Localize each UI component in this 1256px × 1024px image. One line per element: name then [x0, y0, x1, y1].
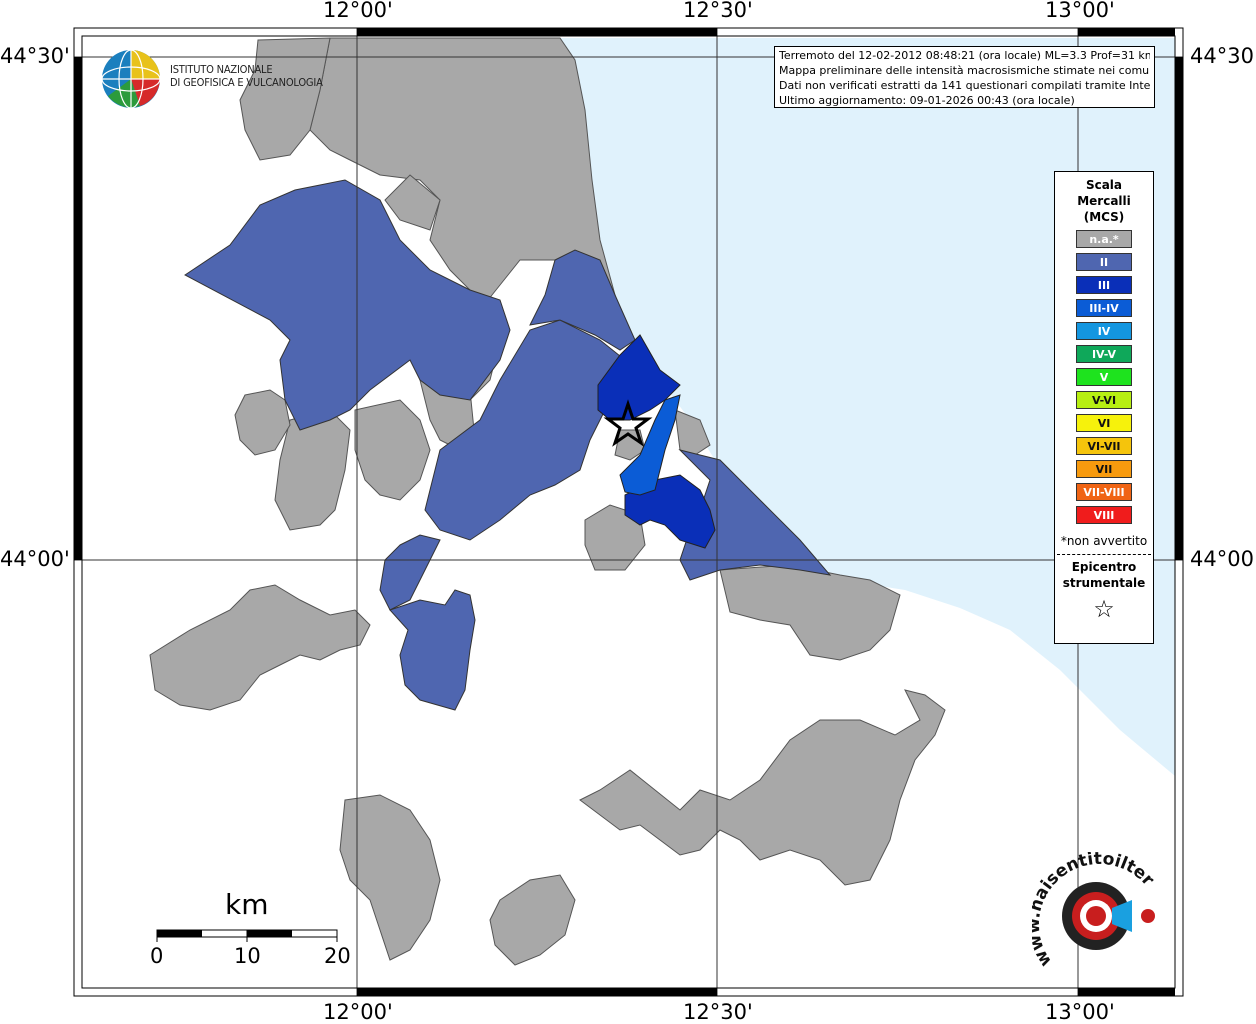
- ingv-globe-logo-icon: [101, 49, 161, 109]
- legend-item: III: [1076, 276, 1132, 294]
- ingv-institute-name: ISTITUTO NAZIONALE DI GEOFISICA E VULCAN…: [170, 63, 323, 89]
- haisentito-logo-icon: www.haisentitoilterremoto.it: [1032, 852, 1158, 970]
- legend-item: V: [1076, 368, 1132, 386]
- top-lon-label-1: 12°00': [323, 0, 393, 22]
- legend-title: Scala Mercalli (MCS): [1055, 177, 1153, 225]
- legend-item: VI-VII: [1076, 437, 1132, 455]
- legend-item: IV: [1076, 322, 1132, 340]
- mcs-legend: Scala Mercalli (MCS) n.a.* II III III-IV IV I…: [1054, 171, 1154, 644]
- legend-epicenter-label: Epicentro strumentale: [1055, 559, 1153, 591]
- event-info-box: Terremoto del 12-02-2012 08:48:21 (ora l…: [774, 46, 1155, 108]
- legend-not-felt-note: *non avvertito: [1060, 534, 1148, 548]
- bottom-lon-label-3: 13°00': [1045, 1000, 1115, 1024]
- legend-item: VIII: [1076, 506, 1132, 524]
- top-lon-label-3: 13°00': [1045, 0, 1115, 22]
- scale-tick-20: 20: [324, 944, 351, 968]
- ingv-name-line1: ISTITUTO NAZIONALE: [170, 63, 273, 76]
- legend-title-line1: Scala: [1085, 178, 1123, 192]
- legend-item: II: [1076, 253, 1132, 271]
- legend-item: IV-V: [1076, 345, 1132, 363]
- legend-item: VI: [1076, 414, 1132, 432]
- legend-epicenter-line1: Epicentro: [1071, 560, 1137, 574]
- legend-title-line3: (MCS): [1083, 210, 1125, 224]
- scale-unit-label: km: [225, 888, 269, 921]
- legend-item: n.a.*: [1076, 230, 1132, 248]
- bottom-lon-label-2: 12°30': [683, 1000, 753, 1024]
- legend-items: n.a.* II III III-IV IV IV-V V V-VI VI VI-VII VII VI…: [1055, 230, 1153, 524]
- bottom-lon-label-1: 12°00': [323, 1000, 393, 1024]
- scale-bar: [156, 929, 338, 942]
- right-lat-label-1: 44°30': [1190, 44, 1256, 68]
- scale-tick-10: 10: [234, 944, 261, 968]
- legend-item: VII: [1076, 460, 1132, 478]
- scale-tick-0: 0: [150, 944, 164, 968]
- event-info-line4: Ultimo aggiornamento: 09-01-2026 00:43 (…: [779, 94, 1075, 107]
- left-lat-label-1: 44°30': [0, 44, 70, 68]
- legend-item: III-IV: [1076, 299, 1132, 317]
- top-lon-label-2: 12°30': [683, 0, 753, 22]
- event-info-line2: Mappa preliminare delle intensità macros…: [779, 64, 1150, 77]
- left-lat-label-2: 44°00': [0, 547, 70, 571]
- legend-epicenter-line2: strumentale: [1062, 576, 1146, 590]
- event-info-line3: Dati non verificati estratti da 141 ques…: [779, 79, 1150, 92]
- legend-divider: [1057, 554, 1151, 555]
- legend-epicenter-star-icon: ☆: [1093, 595, 1115, 623]
- event-info-line1: Terremoto del 12-02-2012 08:48:21 (ora l…: [779, 49, 1150, 62]
- ingv-name-line2: DI GEOFISICA E VULCANOLOGIA: [170, 76, 323, 89]
- legend-item: VII-VIII: [1076, 483, 1132, 501]
- legend-title-line2: Mercalli: [1077, 194, 1131, 208]
- legend-item: V-VI: [1076, 391, 1132, 409]
- right-lat-label-2: 44°00': [1190, 547, 1256, 571]
